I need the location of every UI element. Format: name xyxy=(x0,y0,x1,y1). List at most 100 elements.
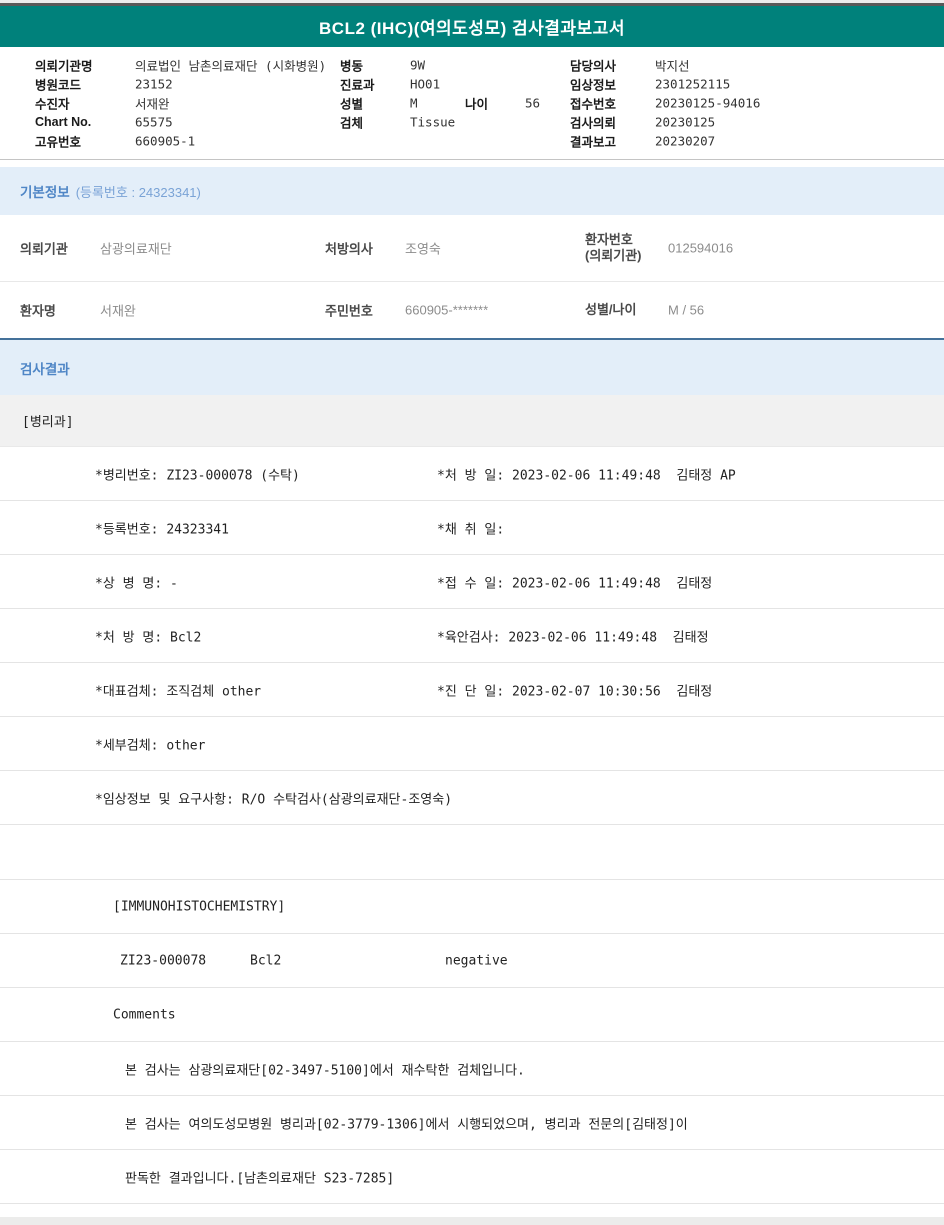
header-field-value: 20230125-94016 xyxy=(655,95,761,110)
department-label: [병리과] xyxy=(22,415,74,430)
header-field-label: 담당의사 xyxy=(570,59,617,73)
results-section-title: 검사결과 xyxy=(20,361,70,377)
header-field-row: 접수번호 20230125-94016 xyxy=(570,93,930,112)
result-comment-text: 판독한 결과입니다.[남촌의료재단 S23-7285] xyxy=(125,1171,395,1186)
basic-info-table: 의뢰기관 삼광의료재단 처방의사 조영숙 환자번호 (의뢰기관) 01259401… xyxy=(0,215,944,338)
result-row: 본 검사는 삼광의료재단[02-3497-5100]에서 재수탁한 검체입니다. xyxy=(0,1042,944,1096)
info-label-patient-number: 환자번호 (의뢰기관) xyxy=(585,232,642,265)
basic-info-section-bar: 기본정보 (등록번호 : 24323341) xyxy=(0,167,944,215)
header-group-middle: 병동 9W 진료과 HO01 성별 M 나이 56 검체 Tissue xyxy=(340,55,565,131)
header-field-value: 56 xyxy=(525,95,541,110)
result-rows: *병리번호: ZI23-000078 (수탁) *처 방 일: 2023-02-0… xyxy=(0,447,944,1204)
result-row: *상 병 명: - *접 수 일: 2023-02-06 11:49:48 김태정 xyxy=(0,555,944,609)
header-field-value: 65575 xyxy=(135,114,173,129)
header-field-value: 660905-1 xyxy=(135,133,196,148)
result-row: *대표검체: 조직검체 other *진 단 일: 2023-02-07 10:3… xyxy=(0,663,944,717)
header-field-row: 성별 M 나이 56 xyxy=(340,93,565,112)
result-left-text: *처 방 명: Bcl2 xyxy=(95,630,202,645)
header-field-value: Tissue xyxy=(410,114,456,129)
result-right-text: *육안검사: 2023-02-06 11:49:48 김태정 xyxy=(437,630,709,645)
header-field-label: 병동 xyxy=(340,59,364,73)
header-field-value: 서재완 xyxy=(135,96,170,111)
header-field-value: 23152 xyxy=(135,76,173,91)
info-label-resident-number: 주민번호 xyxy=(325,303,373,319)
result-row: ZI23-000078 Bcl2 negative xyxy=(0,934,944,988)
header-info: 의뢰기관명 의료법인 남촌의료재단 (시화병원) 병원코드 23152 수진자 서재완 Ch… xyxy=(0,47,944,159)
basic-info-row: 의뢰기관 삼광의료재단 처방의사 조영숙 환자번호 (의뢰기관) 01259401… xyxy=(0,215,944,281)
results-section-bar: 검사결과 xyxy=(0,338,944,395)
result-left-text: *상 병 명: - xyxy=(95,576,178,591)
header-field-row: 검체 Tissue xyxy=(340,112,565,131)
info-label-referrer: 의뢰기관 xyxy=(20,241,68,257)
department-row: [병리과] xyxy=(0,395,944,447)
header-field-label: 고유번호 xyxy=(35,135,82,149)
basic-info-row: 환자명 서재완 주민번호 660905-******* 성별/나이 M / 56 xyxy=(0,281,944,338)
result-left-text: *등록번호: 24323341 xyxy=(95,522,229,537)
result-row: *세부검체: other xyxy=(0,717,944,771)
info-label-patient-name: 환자명 xyxy=(20,303,56,319)
header-field-value: 2301252115 xyxy=(655,76,731,91)
info-value-patient-number: 012594016 xyxy=(668,240,734,256)
result-left-text: *병리번호: ZI23-000078 (수탁) xyxy=(95,468,300,483)
header-field-row: 병원코드 23152 xyxy=(35,74,335,93)
header-field-row: 담당의사 박지선 xyxy=(570,55,930,74)
header-field-value: 9W xyxy=(410,57,426,72)
header-field-label: 진료과 xyxy=(340,78,375,92)
header-field-label: Chart No. xyxy=(35,114,92,129)
header-field-label: 검체 xyxy=(340,116,364,130)
info-label-line2: (의뢰기관) xyxy=(585,248,642,263)
header-field-label: 성별 xyxy=(340,97,364,111)
header-group-right: 담당의사 박지선임상정보 2301252115 접수번호 20230125-94016 검… xyxy=(570,55,930,150)
header-field-label: 검사의뢰 xyxy=(570,116,617,130)
header-field-row: 진료과 HO01 xyxy=(340,74,565,93)
header-field-row: 검사의뢰 20230125 xyxy=(570,112,930,131)
result-row: Comments xyxy=(0,988,944,1042)
result-section-heading: [IMMUNOHISTOCHEMISTRY] xyxy=(113,899,286,914)
header-field-label: 의뢰기관명 xyxy=(35,59,93,73)
header-field-row: 의뢰기관명 의료법인 남촌의료재단 (시화병원) xyxy=(35,55,335,74)
info-value-sex-age: M / 56 xyxy=(668,302,705,318)
header-field-row: 임상정보 2301252115 xyxy=(570,74,930,93)
info-label-sex-age: 성별/나이 xyxy=(585,302,636,318)
result-left-text: *임상정보 및 요구사항: R/O 수탁검사(삼광의료재단-조영숙) xyxy=(95,792,453,807)
result-specimen-code: ZI23-000078 xyxy=(120,953,207,968)
header-field-value: 의료법인 남촌의료재단 (시화병원) xyxy=(135,58,327,73)
info-label-prescribing-doctor: 처방의사 xyxy=(325,241,373,257)
header-field-value: 박지선 xyxy=(655,58,690,73)
header-field-value: 20230207 xyxy=(655,133,716,148)
result-row: *처 방 명: Bcl2 *육안검사: 2023-02-06 11:49:48 김… xyxy=(0,609,944,663)
registration-number: (등록번호 : 24323341) xyxy=(75,184,201,200)
header-divider xyxy=(0,159,944,160)
result-right-text: *처 방 일: 2023-02-06 11:49:48 김태정 AP xyxy=(437,468,736,483)
header-field-label: 임상정보 xyxy=(570,78,617,92)
header-field-value: M xyxy=(410,95,418,110)
header-field-label: 결과보고 xyxy=(570,135,617,149)
header-field-label: 나이 xyxy=(465,97,489,111)
result-left-text: *세부검체: other xyxy=(95,738,206,753)
result-test-name: Bcl2 xyxy=(250,953,282,968)
info-label-line1: 성별/나이 xyxy=(585,301,637,317)
result-right-text: *채 취 일: xyxy=(437,522,505,537)
result-row xyxy=(0,825,944,880)
result-comment-text: 본 검사는 삼광의료재단[02-3497-5100]에서 재수탁한 검체입니다. xyxy=(125,1063,525,1078)
header-field-row: 고유번호 660905-1 xyxy=(35,131,335,150)
info-label-line1: 환자번호 xyxy=(585,231,633,247)
result-row: 본 검사는 여의도성모병원 병리과[02-3779-1306]에서 시행되었으며… xyxy=(0,1096,944,1150)
report-title-bar: BCL2 (IHC)(여의도성모) 검사결과보고서 xyxy=(0,6,944,47)
header-field-value: HO01 xyxy=(410,76,441,91)
info-value-resident-number: 660905-******* xyxy=(405,302,489,318)
basic-info-section-title: 기본정보 xyxy=(20,185,70,200)
header-field-label: 병원코드 xyxy=(35,78,82,92)
result-row: [IMMUNOHISTOCHEMISTRY] xyxy=(0,880,944,934)
info-value-referrer: 삼광의료재단 xyxy=(100,241,172,257)
header-field-value: 20230125 xyxy=(655,114,716,129)
header-field-row: 결과보고 20230207 xyxy=(570,131,930,150)
horizontal-scrollbar[interactable] xyxy=(0,1217,944,1225)
info-value-patient-name: 서재완 xyxy=(100,303,136,319)
result-section-heading: Comments xyxy=(113,1007,176,1022)
result-row: *병리번호: ZI23-000078 (수탁) *처 방 일: 2023-02-0… xyxy=(0,447,944,501)
result-row: *임상정보 및 요구사항: R/O 수탁검사(삼광의료재단-조영숙) xyxy=(0,771,944,825)
header-field-label: 접수번호 xyxy=(570,97,617,111)
result-comment-text: 본 검사는 여의도성모병원 병리과[02-3779-1306]에서 시행되었으며… xyxy=(125,1117,688,1132)
result-row: *등록번호: 24323341 *채 취 일: xyxy=(0,501,944,555)
